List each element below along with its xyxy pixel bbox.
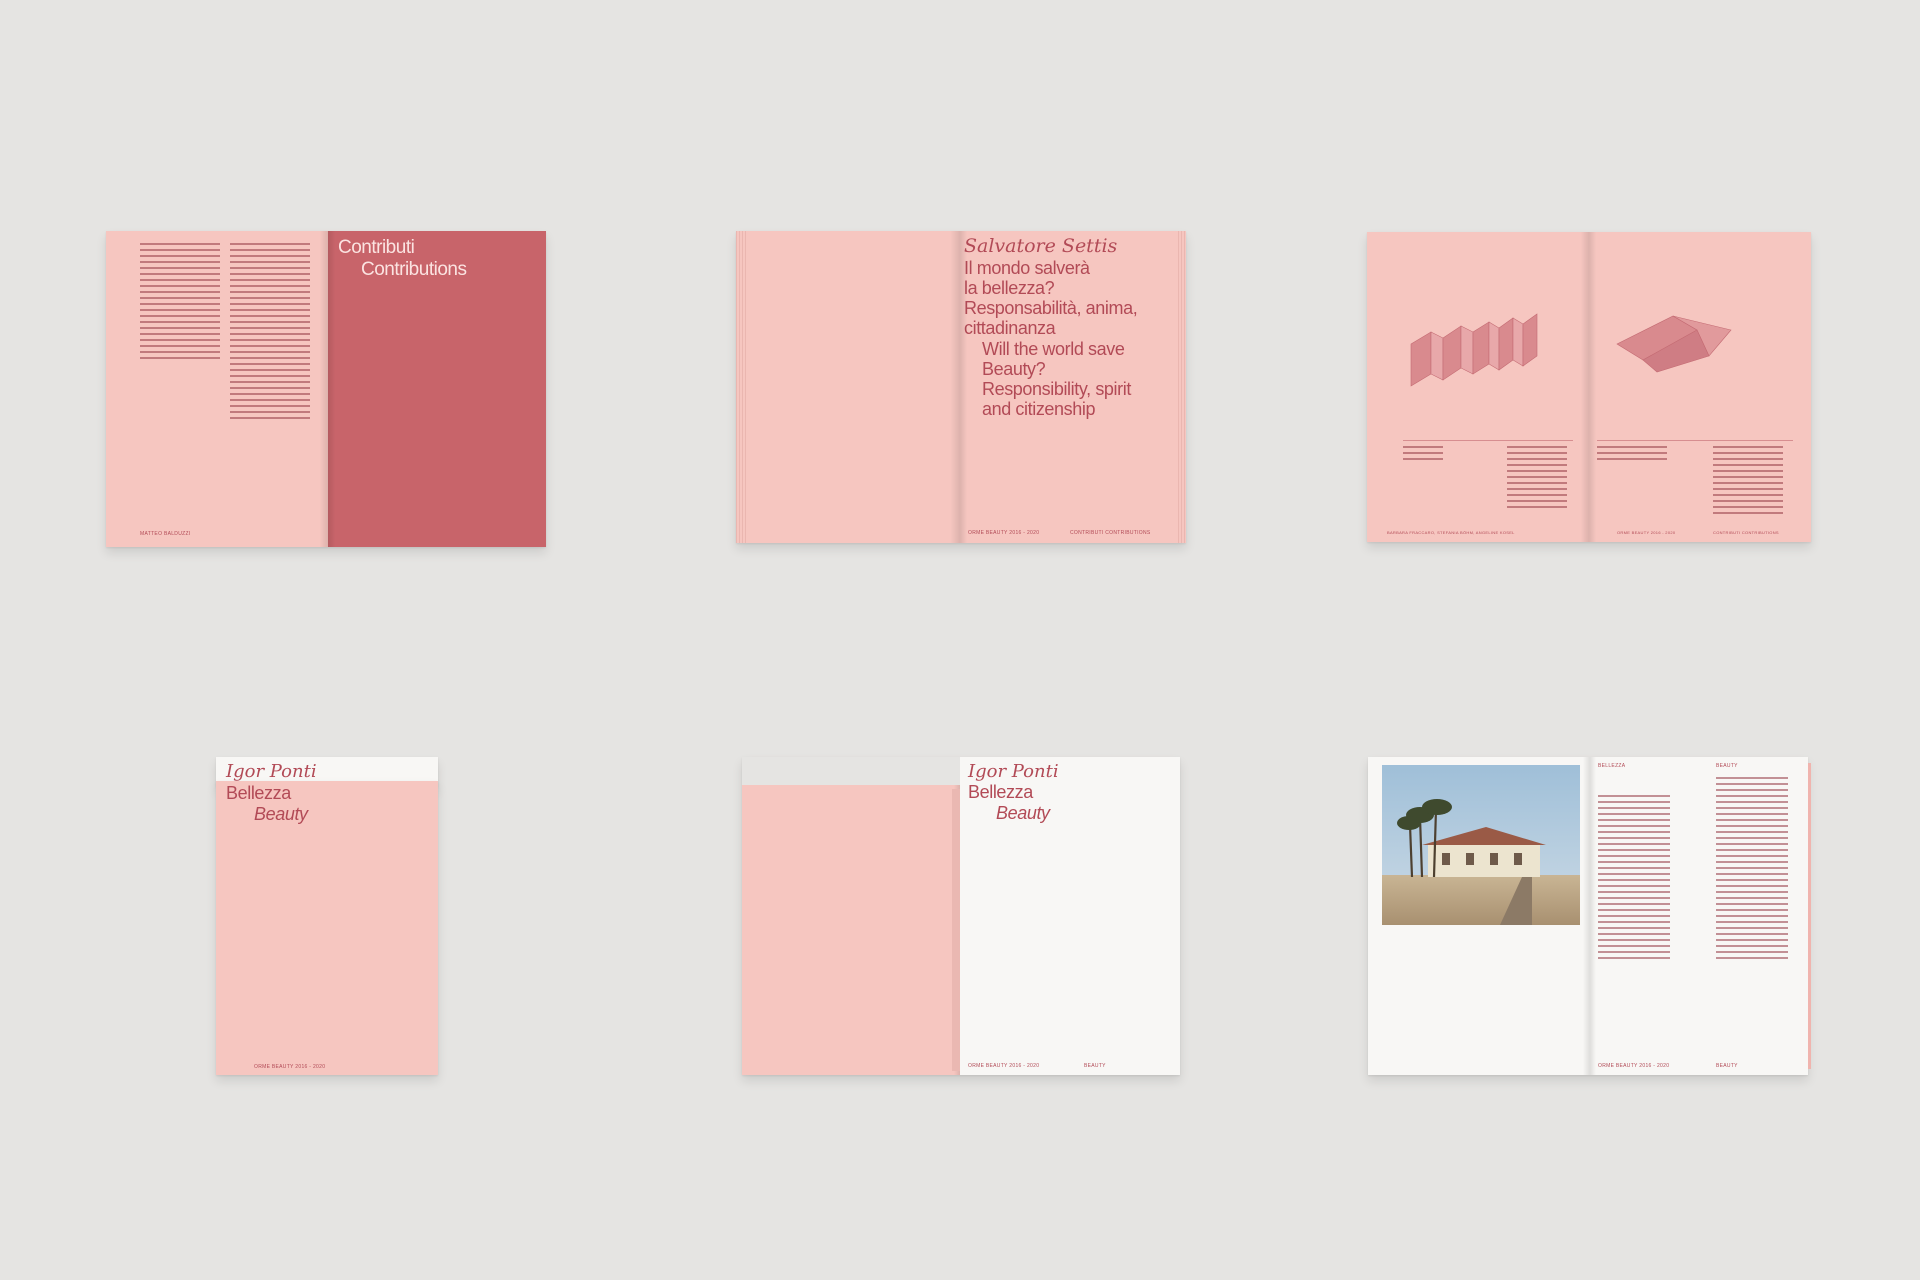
title-italian: Bellezza [968, 782, 1033, 802]
title-english-line: Beauty? [982, 359, 1046, 379]
open-book-photo: BELLEZZA BEAUTY ORME BEAUTY 2016 - 2020 … [1368, 757, 1811, 1075]
footer-right: CONTRIBUTI CONTRIBUTIONS [1713, 530, 1779, 535]
footer-left: MATTEO BALDUZZI [140, 531, 191, 537]
body-text-column-2 [230, 243, 310, 423]
right-page: Salvatore Settis Il mondo salverà la bel… [960, 231, 1186, 543]
book-cover: Bellezza Beauty ORME BEAUTY 2016 - 2020 [216, 781, 438, 1075]
footer-center: ORME BEAUTY 2016 - 2020 [1617, 530, 1676, 535]
right-page: ORME BEAUTY 2016 - 2020 CONTRIBUTI CONTR… [1589, 232, 1811, 542]
photo-canvas: { "spread1": { "heading_line1": "Contrib… [0, 0, 1920, 1280]
cover-footer: ORME BEAUTY 2016 - 2020 [254, 1064, 326, 1070]
right-page: BELLEZZA BEAUTY ORME BEAUTY 2016 - 2020 … [1590, 757, 1811, 1075]
open-book-contributi: MATTEO BALDUZZI Contributi Contributions [106, 231, 546, 547]
gutter-shadow [1590, 757, 1600, 1075]
metadata-table [1713, 446, 1783, 518]
body-text-english [1716, 777, 1788, 963]
gutter-shadow [1589, 232, 1601, 542]
caption-rule [1403, 440, 1573, 441]
gutter-shadow [944, 231, 960, 543]
title-english-line: and citizenship [982, 399, 1096, 419]
footer-right: BEAUTY [1716, 1063, 1738, 1069]
header-right: BEAUTY [1716, 763, 1738, 769]
title-italian-line: cittadinanza [964, 318, 1056, 338]
caption-rule [1597, 440, 1793, 441]
page-edge-stack [1176, 231, 1186, 543]
footer-left: ORME BEAUTY 2016 - 2020 [968, 1063, 1040, 1069]
left-page [1368, 757, 1590, 1075]
open-book-isometric: BARBARA FRACCARO, STEFANIA BÖHM, ANGELIN… [1367, 232, 1811, 542]
book-pair-ponti: Igor Ponti Bellezza Beauty ORME BEAUTY 2… [742, 757, 1180, 1075]
heading-contributions: Contributions [361, 259, 467, 280]
left-page [736, 231, 960, 543]
page-edge-stack [736, 231, 746, 543]
closed-book-ponti: Igor Ponti Bellezza Beauty ORME BEAUTY 2… [216, 757, 438, 1075]
metadata-table [1507, 446, 1567, 512]
title-english: Will the world save Beauty? Responsibili… [982, 339, 1131, 419]
footer-right: CONTRIBUTI CONTRIBUTIONS [1070, 530, 1151, 536]
pink-booklet [742, 785, 960, 1075]
gutter-shadow [314, 231, 328, 547]
author-name: Igor Ponti [226, 761, 317, 782]
left-page: MATTEO BALDUZZI [106, 231, 328, 547]
pink-edge [1808, 763, 1811, 1069]
title-english: Beauty [254, 804, 308, 824]
header-left: BELLEZZA [1598, 763, 1626, 769]
title-english: Beauty [996, 803, 1050, 823]
title-italian: Bellezza [226, 783, 291, 803]
gutter-shadow [1578, 757, 1590, 1075]
right-page: Contributi Contributions [328, 231, 546, 547]
title-italian-line: la bellezza? [964, 278, 1055, 298]
footer-left: BARBARA FRACCARO, STEFANIA BÖHM, ANGELIN… [1387, 530, 1515, 535]
footer-left: ORME BEAUTY 2016 - 2020 [1598, 1063, 1670, 1069]
author-name: Igor Ponti [968, 761, 1059, 782]
title-english-line: Will the world save [982, 339, 1125, 359]
footer-right: BEAUTY [1084, 1063, 1106, 1069]
body-text-column-1 [140, 243, 220, 363]
gutter-shadow [328, 231, 340, 547]
footer-left: ORME BEAUTY 2016 - 2020 [968, 530, 1040, 536]
title-italian: Il mondo salverà la bellezza? Responsabi… [964, 258, 1138, 338]
caption-block [1597, 446, 1667, 464]
body-text-italian [1598, 795, 1670, 963]
open-magazine-illustration [1616, 315, 1732, 373]
caption-block [1403, 446, 1443, 464]
title-italian-line: Il mondo salverà [964, 258, 1090, 278]
heading-contributi: Contributi [338, 237, 415, 258]
left-page: BARBARA FRACCARO, STEFANIA BÖHM, ANGELIN… [1367, 232, 1589, 542]
title-english-line: Responsibility, spirit [982, 379, 1131, 399]
accordion-fold-illustration [1410, 313, 1538, 387]
gutter-shadow [1575, 232, 1589, 542]
title-italian-line: Responsabilità, anima, [964, 298, 1138, 318]
author-name: Salvatore Settis [964, 235, 1118, 257]
open-book-settis: Salvatore Settis Il mondo salverà la bel… [736, 231, 1186, 543]
house-with-palms-photo [1382, 765, 1580, 925]
white-cover: Igor Ponti Bellezza Beauty ORME BEAUTY 2… [960, 757, 1180, 1075]
gutter-shadow [960, 231, 972, 543]
